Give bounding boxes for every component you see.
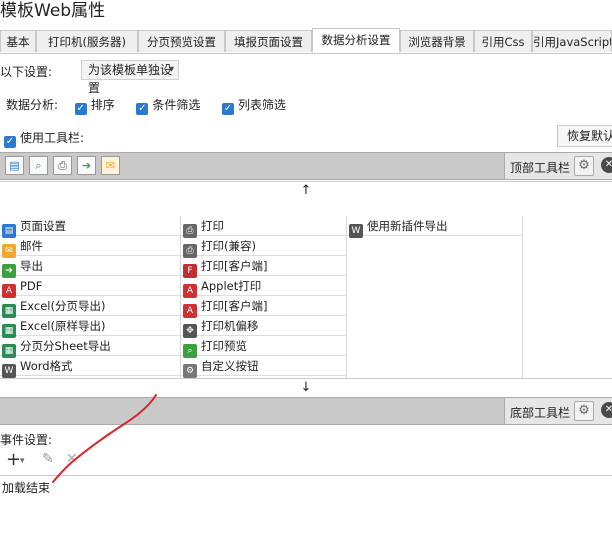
print-preview-icon[interactable]: ⌕	[29, 156, 48, 175]
toolbar-option-row: ✓ 使用工具栏:	[4, 129, 84, 148]
sort-label: 排序	[90, 98, 115, 112]
close-icon[interactable]: ✕	[601, 402, 612, 418]
filter-label: 条件筛选	[152, 98, 201, 112]
button-flash-print[interactable]: F 打印[客户端]	[181, 256, 346, 278]
tab-basic[interactable]: 基本	[0, 30, 36, 52]
list-filter-checkbox[interactable]: ✓	[222, 103, 235, 115]
event-item-load-end[interactable]: 加载结束	[2, 479, 50, 496]
button-excel-page[interactable]: ▦ Excel(分页导出)	[0, 296, 180, 318]
analysis-row: 数据分析: ✓ 排序 ✓ 条件筛选 ✓ 列表筛选	[6, 96, 286, 115]
events-label: 事件设置:	[0, 433, 53, 447]
tab-css[interactable]: 引用Css	[474, 30, 532, 52]
chevron-down-icon: ▾	[168, 64, 174, 75]
settings-select[interactable]: 为该模板单独设置 ▾	[81, 60, 179, 95]
tab-printer-server[interactable]: 打印机(服务器)	[36, 30, 138, 52]
analysis-label: 数据分析:	[6, 98, 59, 112]
list-filter-label: 列表筛选	[238, 98, 287, 112]
top-toolbar-bar: ▤ ⌕ ⎙ ➔ ✉ 顶部工具栏 ⚙ ✕	[0, 152, 612, 180]
page-setup-icon[interactable]: ▤	[5, 156, 24, 175]
grid-divider	[346, 216, 347, 378]
gear-icon[interactable]: ⚙	[574, 156, 594, 176]
gear-icon: ⚙	[183, 364, 197, 378]
top-toolbar-label: 顶部工具栏	[510, 161, 571, 175]
event-list: 加载结束	[0, 475, 612, 540]
chevron-down-icon[interactable]: ▾	[20, 456, 25, 466]
delete-icon[interactable]: ✕	[66, 451, 78, 467]
use-toolbar-label: 使用工具栏:	[20, 131, 85, 145]
restore-default-button[interactable]: 恢复默认	[557, 125, 612, 147]
window-title: 模板Web属性	[0, 1, 106, 21]
button-printer-offset[interactable]: ✥ 打印机偏移	[181, 316, 346, 338]
bottom-toolbar-bar: 底部工具栏 ⚙ ✕	[0, 397, 612, 425]
button-print-compat[interactable]: ⎙ 打印(兼容)	[181, 236, 346, 258]
button-new-plugin-export[interactable]: W 使用新插件导出	[347, 216, 522, 238]
button-pdf[interactable]: A PDF	[0, 276, 180, 298]
move-down-arrow[interactable]: ↓	[0, 378, 612, 397]
top-toolbar-panel: 顶部工具栏 ⚙ ✕	[504, 153, 612, 179]
bottom-toolbar-label: 底部工具栏	[510, 406, 571, 420]
settings-label: 以下设置:	[0, 65, 53, 79]
print-icon[interactable]: ⎙	[53, 156, 72, 175]
sort-checkbox[interactable]: ✓	[74, 103, 87, 115]
use-toolbar-checkbox[interactable]: ✓	[4, 136, 16, 148]
button-pdf-print[interactable]: A 打印[客户端]	[181, 296, 346, 318]
tab-bar: 基本 打印机(服务器) 分页预览设置 填报页面设置 数据分析设置 浏览器背景 引…	[0, 28, 612, 54]
word-icon: W	[349, 224, 363, 238]
email-icon[interactable]: ✉	[101, 156, 120, 175]
tab-javascript[interactable]: 引用JavaScript	[532, 30, 612, 52]
settings-select-value: 为该模板单独设置	[88, 63, 173, 95]
button-applet-print[interactable]: A Applet打印	[181, 276, 346, 298]
filter-checkbox[interactable]: ✓	[136, 103, 149, 115]
button-word[interactable]: W Word格式	[0, 356, 180, 378]
button-print[interactable]: ⎙ 打印	[181, 216, 346, 238]
tab-browser-background[interactable]: 浏览器背景	[400, 30, 474, 52]
button-sheet-export[interactable]: ▦ 分页分Sheet导出	[0, 336, 180, 358]
tab-data-analysis[interactable]: 数据分析设置	[312, 28, 400, 53]
button-page-setup[interactable]: ▤ 页面设置	[0, 216, 180, 238]
button-print-preview[interactable]: ⌕ 打印预览	[181, 336, 346, 358]
export-icon[interactable]: ➔	[77, 156, 96, 175]
add-icon[interactable]: +	[6, 449, 21, 470]
button-custom[interactable]: ⚙ 自定义按钮	[181, 356, 346, 378]
button-excel-original[interactable]: ▦ Excel(原样导出)	[0, 316, 180, 338]
word-icon: W	[2, 364, 16, 378]
gear-icon[interactable]: ⚙	[574, 401, 594, 421]
bottom-toolbar-panel: 底部工具栏 ⚙ ✕	[504, 398, 612, 424]
button-email[interactable]: ✉ 邮件	[0, 236, 180, 258]
grid-divider	[522, 216, 523, 378]
tab-fill-page[interactable]: 填报页面设置	[225, 30, 312, 52]
close-icon[interactable]: ✕	[601, 157, 612, 173]
button-export[interactable]: ➔ 导出	[0, 256, 180, 278]
edit-icon[interactable]: ✎	[42, 451, 54, 467]
move-up-arrow[interactable]: ↑	[0, 181, 612, 200]
tab-page-preview[interactable]: 分页预览设置	[138, 30, 225, 52]
